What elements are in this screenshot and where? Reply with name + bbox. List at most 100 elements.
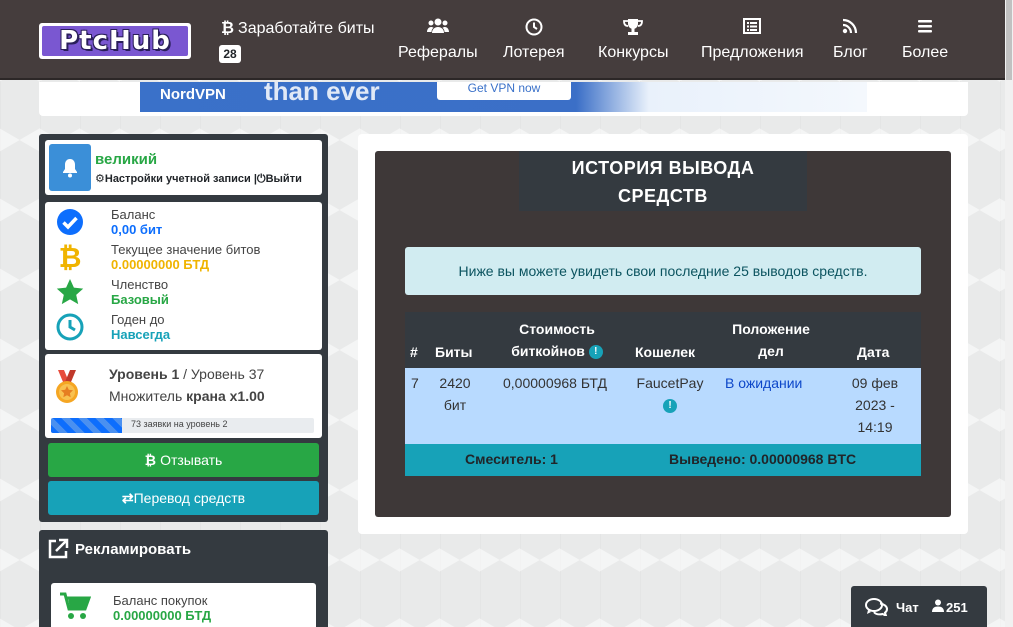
multiplier-info: Множитель крана x1.00 — [109, 388, 265, 404]
nav-blog[interactable]: Блог — [833, 18, 868, 62]
info-icon[interactable]: ! — [663, 399, 677, 414]
ptchub-logo[interactable]: PtcHub — [39, 23, 191, 59]
power-icon: ⏻ — [256, 173, 266, 185]
nav-earn-bits[interactable]: ₿ Заработайте биты — [221, 20, 375, 38]
row-date-year: 2023 - — [855, 397, 895, 413]
clock-icon — [56, 313, 84, 341]
shopping-cart-icon — [60, 592, 91, 619]
col-bits: Биты — [435, 344, 473, 360]
account-settings-link[interactable]: Настройки учетной записи — [105, 173, 251, 185]
stat-membership: Членство Базовый — [45, 274, 322, 308]
scrollbar-thumb[interactable] — [1006, 0, 1012, 80]
col-cost-line2: биткойнов ! — [502, 340, 612, 362]
page-title: ИСТОРИЯ ВЫВОДА СРЕДСТВ — [519, 151, 807, 211]
earn-count-badge: 28 — [219, 45, 241, 63]
level-progress-fill — [51, 418, 122, 433]
chat-widget[interactable]: Чат 251 — [851, 586, 987, 627]
stat-bits: ₿ Текущее значение битов 0.00000000 БТД — [45, 239, 322, 273]
withdrawal-history-panel: ИСТОРИЯ ВЫВОДА СРЕДСТВ Ниже вы можете ув… — [375, 151, 951, 517]
online-count: 251 — [946, 600, 968, 615]
advertise-panel: Рекламировать Баланс покупок 0.00000000 … — [39, 530, 328, 627]
row-cost: 0,00000968 БТД — [503, 375, 607, 391]
trophy-icon — [598, 18, 668, 40]
row-wallet: FaucetPay ! — [633, 372, 707, 416]
logout-link[interactable]: Выйти — [266, 173, 302, 185]
medal-icon — [56, 370, 78, 403]
row-bits-unit: бит — [443, 397, 467, 413]
bitcoin-icon: ₿ — [221, 20, 235, 37]
next-level: Уровень 37 — [190, 366, 265, 382]
top-navbar: PtcHub ₿ Заработайте биты 28 Рефералы Лот… — [0, 0, 1005, 80]
row-date-time: 14:19 — [857, 419, 893, 435]
level-card: Уровень 1 / Уровень 37 Множитель крана x… — [45, 354, 322, 438]
table-row: 7 2420 бит 0,00000968 БТД FaucetPay ! В … — [405, 368, 921, 444]
stat-valid-until: Годен до Навсегда — [45, 309, 322, 343]
withdraw-button[interactable]: ₿ Отзывать — [48, 443, 319, 477]
multiplier-label: Множитель — [109, 388, 183, 404]
nav-more[interactable]: Более — [902, 18, 948, 62]
nav-lottery-label: Лотерея — [503, 44, 565, 61]
username: великий — [95, 151, 158, 168]
nav-contests[interactable]: Конкурсы — [598, 18, 668, 62]
col-date: Дата — [857, 344, 890, 360]
ad-headline: than ever — [264, 82, 380, 106]
advertise-title[interactable]: Рекламировать — [47, 538, 191, 560]
info-icon[interactable]: ! — [588, 345, 603, 360]
bitcoin-icon: ₿ — [144, 452, 157, 468]
withdrawals-table: # Биты Стоимость биткойнов ! Кошелек Пол… — [405, 312, 921, 476]
purchase-balance-card: Баланс покупок 0.00000000 БТД — [51, 583, 316, 627]
col-wallet: Кошелек — [635, 344, 696, 360]
level-progress-text: 73 заявки на уровень 2 — [131, 419, 228, 429]
level-info: Уровень 1 / Уровень 37 — [109, 366, 265, 382]
notifications-button[interactable] — [49, 144, 91, 191]
user-icon — [932, 599, 944, 615]
bitcoin-icon: ₿ — [59, 242, 82, 272]
advertise-title-label: Рекламировать — [75, 540, 192, 558]
check-circle-icon — [57, 209, 83, 235]
nav-offers-label: Предложения — [701, 44, 804, 61]
table-header: # Биты Стоимость биткойнов ! Кошелек Пол… — [405, 312, 921, 368]
clock-icon — [503, 18, 565, 40]
row-bits-value: 2420 — [439, 375, 471, 391]
withdrawal-history-card: ИСТОРИЯ ВЫВОДА СРЕДСТВ Ниже вы можете ув… — [358, 134, 968, 534]
bits-value: 0.00000000 БТД — [111, 257, 210, 272]
balance-value: 0,00 бит — [111, 222, 163, 237]
row-date: 09 фев 2023 - 14:19 — [843, 372, 907, 438]
footer-withdrawn-total: Выведено: 0.00000968 BTC — [669, 451, 857, 467]
withdraw-label: Отзывать — [160, 452, 223, 468]
page-scrollbar[interactable] — [1005, 0, 1013, 627]
nav-blog-label: Блог — [833, 44, 868, 61]
external-link-icon — [48, 538, 69, 559]
nav-referrals-label: Рефералы — [398, 44, 478, 61]
col-cost-line1: Стоимость — [519, 321, 595, 337]
bell-icon — [63, 158, 77, 177]
col-status-line2: дел — [758, 343, 784, 359]
nav-contests-label: Конкурсы — [598, 44, 669, 61]
purchase-balance-label: Баланс покупок — [113, 593, 208, 608]
nordvpn-ad-banner[interactable]: NordVPN than ever Get VPN now — [140, 82, 867, 112]
valid-until-label: Годен до — [111, 312, 165, 327]
col-status-line1: Положение — [732, 321, 810, 337]
row-date-day: 09 фев — [851, 375, 899, 391]
nav-lottery[interactable]: Лотерея — [503, 18, 565, 62]
logo-text: PtcHub — [42, 26, 188, 56]
row-status[interactable]: В ожидании — [725, 372, 802, 394]
bits-label: Текущее значение битов — [111, 242, 261, 257]
footer-mixer: Смеситель: 1 — [465, 451, 558, 467]
nav-referrals[interactable]: Рефералы — [398, 18, 478, 62]
ad-container: NordVPN than ever Get VPN now — [39, 82, 968, 116]
page-title-line1: ИСТОРИЯ ВЫВОДА — [571, 158, 755, 178]
rss-icon — [833, 18, 868, 40]
balance-label: Баланс — [111, 207, 156, 222]
nav-offers[interactable]: Предложения — [701, 18, 804, 62]
svg-text:₿: ₿ — [59, 242, 82, 272]
ad-cta-button[interactable]: Get VPN now — [437, 82, 571, 100]
list-icon — [701, 18, 804, 40]
stat-balance: Баланс 0,00 бит — [45, 204, 322, 238]
info-alert: Ниже вы можете увидеть свои последние 25… — [405, 247, 921, 295]
purchase-balance-value: 0.00000000 БТД — [113, 608, 212, 623]
table-footer: Смеситель: 1 Выведено: 0.00000968 BTC — [405, 444, 921, 476]
transfer-button[interactable]: ⇄ Перевод средств — [48, 481, 319, 515]
users-icon — [398, 18, 478, 40]
col-num: # — [410, 344, 418, 360]
